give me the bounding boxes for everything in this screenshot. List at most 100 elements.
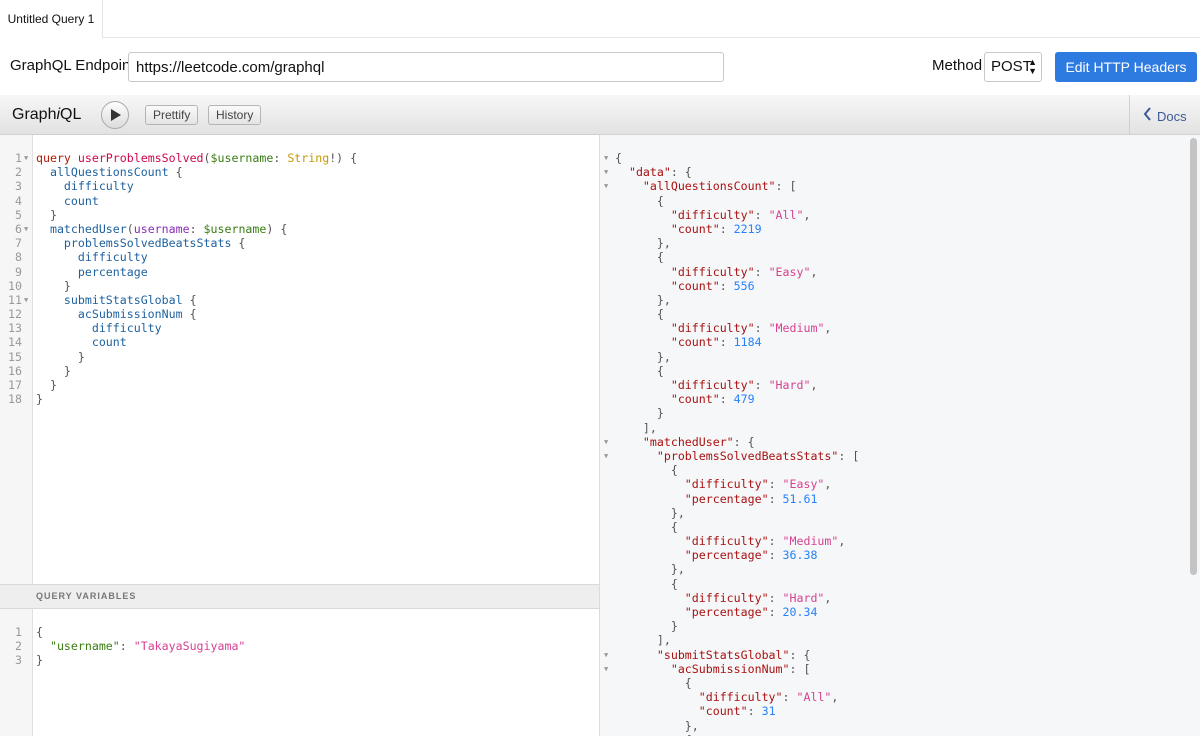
line-number: 11 xyxy=(8,292,22,307)
code-token: : xyxy=(273,151,288,165)
code-text: "difficulty": "Medium", xyxy=(615,534,846,548)
fold-arrow-icon[interactable]: ▼ xyxy=(604,662,608,676)
method-select[interactable]: POST ▲ ▼ xyxy=(984,52,1042,82)
line-number: 17 xyxy=(8,378,22,392)
code-token: { xyxy=(231,236,246,251)
code-token: "acSubmissionNum" xyxy=(615,661,790,676)
code-token: "allQuestionsCount" xyxy=(615,179,776,194)
code-token: difficulty xyxy=(36,179,134,194)
code-token: username xyxy=(133,221,190,236)
fold-arrow-icon[interactable]: ▼ xyxy=(24,151,28,165)
code-token: ( xyxy=(126,221,134,236)
code-token: }, xyxy=(615,718,699,733)
line-number: 2 xyxy=(15,165,22,180)
execute-query-button[interactable] xyxy=(101,101,129,129)
endpoint-input[interactable] xyxy=(128,52,724,82)
code-token: } xyxy=(36,207,57,222)
code-token: : xyxy=(754,321,769,336)
code-text: allQuestionsCount { xyxy=(36,165,183,179)
method-value: POST xyxy=(991,58,1032,75)
result-scrollbar[interactable] xyxy=(1190,138,1197,575)
code-token: $username xyxy=(203,221,267,236)
code-token: : xyxy=(768,491,783,506)
line-number: 18 xyxy=(8,392,22,407)
fold-arrow-icon[interactable]: ▼ xyxy=(24,293,28,307)
graphiql-logo: GraphiQL xyxy=(12,106,82,123)
fold-arrow-icon[interactable]: ▼ xyxy=(604,648,608,662)
code-text: "difficulty": "All", xyxy=(615,208,811,222)
code-token: "difficulty" xyxy=(615,264,755,279)
chevron-left-icon xyxy=(1143,107,1151,121)
code-token: "percentage" xyxy=(615,605,769,619)
code-text: { xyxy=(615,463,678,477)
code-token: , xyxy=(824,321,832,336)
code-token: "All" xyxy=(796,690,832,705)
query-variables-header[interactable]: QUERY VARIABLES xyxy=(0,584,600,609)
code-token: : { xyxy=(733,434,755,449)
code-token: !) { xyxy=(329,151,358,165)
code-token: "count" xyxy=(615,221,720,236)
history-button[interactable]: History xyxy=(208,105,262,125)
code-token: } xyxy=(36,378,57,392)
code-token: "percentage" xyxy=(615,548,769,563)
code-token: difficulty xyxy=(36,321,162,336)
code-token: }, xyxy=(615,349,671,364)
tab-untitled-query[interactable]: Untitled Query 1 xyxy=(0,0,103,38)
code-text: "difficulty": "Medium", xyxy=(615,321,832,336)
code-token: problemsSolvedBeatsStats xyxy=(36,236,232,251)
endpoint-row: GraphQL Endpoint Method POST ▲▼ Edit HTT… xyxy=(0,38,1200,95)
code-token: submitStatsGlobal xyxy=(36,292,183,307)
code-token: ( xyxy=(203,151,211,165)
docs-button[interactable]: Docs xyxy=(1129,95,1200,135)
method-label: Method xyxy=(932,57,983,74)
code-token: String xyxy=(287,151,330,165)
code-token: "TakayaSugiyama" xyxy=(133,639,246,654)
code-token: 479 xyxy=(733,392,755,407)
code-text: { xyxy=(615,194,664,208)
fold-arrow-icon[interactable]: ▼ xyxy=(604,449,608,463)
code-token: , xyxy=(831,690,839,705)
fold-arrow-icon[interactable]: ▼ xyxy=(604,435,608,449)
query-variables-editor[interactable]: 1 {2 "username": "TakayaSugiyama" 3} xyxy=(0,609,600,736)
code-token: "matchedUser" xyxy=(615,434,734,449)
code-token: : xyxy=(782,690,797,705)
query-editor[interactable]: 1 ▼ query userProblemsSolved($username: St… xyxy=(0,135,600,584)
code-text: "submitStatsGlobal": { xyxy=(615,647,811,662)
line-number: 9 xyxy=(15,264,22,279)
code-text: } xyxy=(615,406,664,420)
code-text: count xyxy=(36,335,127,349)
code-token: } xyxy=(36,653,43,668)
code-token: { xyxy=(182,292,197,307)
code-text: difficulty xyxy=(36,250,148,264)
prettify-button[interactable]: Prettify xyxy=(145,105,199,125)
code-token: "Hard" xyxy=(782,590,825,605)
code-token: "submitStatsGlobal" xyxy=(615,647,790,662)
fold-arrow-icon[interactable]: ▼ xyxy=(24,222,28,236)
code-token: : xyxy=(768,605,783,619)
edit-http-headers-button[interactable]: Edit HTTP Headers xyxy=(1055,52,1197,82)
code-token: , xyxy=(824,590,832,605)
code-token: { xyxy=(615,519,678,534)
fold-arrow-icon[interactable]: ▼ xyxy=(604,165,608,179)
line-number: 3 xyxy=(15,653,22,668)
code-text: problemsSolvedBeatsStats { xyxy=(36,236,246,251)
line-number: 14 xyxy=(8,335,22,350)
code-text: "count": 2219 xyxy=(615,222,762,236)
code-text: "data": { xyxy=(615,165,692,179)
code-text: { xyxy=(615,577,678,591)
code-token: 51.61 xyxy=(782,491,818,506)
code-token: , xyxy=(810,264,818,279)
code-text: "difficulty": "Hard", xyxy=(615,378,818,392)
code-token: { xyxy=(615,463,678,478)
code-token: 1184 xyxy=(733,335,762,350)
code-text: "problemsSolvedBeatsStats": [ xyxy=(615,449,859,463)
fold-arrow-icon[interactable]: ▼ xyxy=(604,151,608,165)
code-token: acSubmissionNum xyxy=(36,307,183,322)
code-text: difficulty xyxy=(36,321,162,335)
code-token: "difficulty" xyxy=(615,378,755,392)
code-text: { xyxy=(615,307,664,321)
line-number: 1 xyxy=(15,625,22,639)
fold-arrow-icon[interactable]: ▼ xyxy=(604,179,608,193)
code-token: : xyxy=(754,378,769,392)
code-text: "percentage": 36.38 xyxy=(615,548,818,563)
